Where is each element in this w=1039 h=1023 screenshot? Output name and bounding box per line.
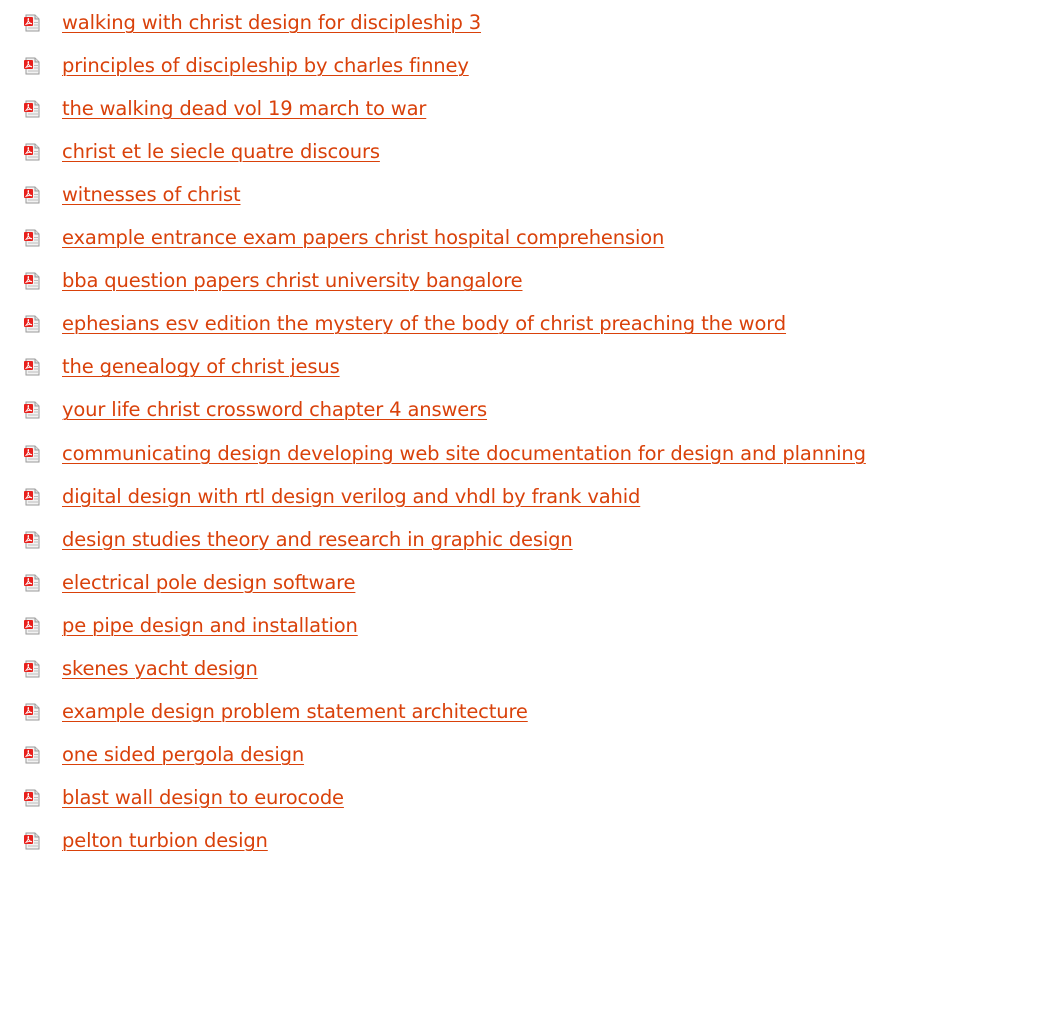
pdf-list-item: pelton turbion design xyxy=(0,821,1039,861)
pdf-file-icon xyxy=(24,100,40,118)
pdf-list-item: witnesses of christ xyxy=(0,175,1039,215)
pdf-list-item: principles of discipleship by charles fi… xyxy=(0,46,1039,86)
pdf-file-icon xyxy=(24,358,40,376)
pdf-link[interactable]: your life christ crossword chapter 4 ans… xyxy=(62,397,487,423)
pdf-file-icon xyxy=(24,488,40,506)
pdf-link[interactable]: design studies theory and research in gr… xyxy=(62,527,573,553)
pdf-link[interactable]: blast wall design to eurocode xyxy=(62,785,344,811)
pdf-file-icon xyxy=(24,229,40,247)
pdf-list-item: skenes yacht design xyxy=(0,649,1039,689)
pdf-list-item: one sided pergola design xyxy=(0,735,1039,775)
pdf-link[interactable]: principles of discipleship by charles fi… xyxy=(62,53,469,79)
pdf-link[interactable]: example design problem statement archite… xyxy=(62,699,528,725)
pdf-file-icon xyxy=(24,832,40,850)
pdf-list-item: pe pipe design and installation xyxy=(0,606,1039,646)
pdf-link[interactable]: digital design with rtl design verilog a… xyxy=(62,484,640,510)
pdf-link[interactable]: example entrance exam papers christ hosp… xyxy=(62,225,664,251)
pdf-list-item: christ et le siecle quatre discours xyxy=(0,132,1039,172)
pdf-list-item: ephesians esv edition the mystery of the… xyxy=(0,304,1039,344)
pdf-link[interactable]: skenes yacht design xyxy=(62,656,258,682)
pdf-list-item: digital design with rtl design verilog a… xyxy=(0,477,1039,517)
pdf-list-item: walking with christ design for disciples… xyxy=(0,3,1039,43)
pdf-list-item: communicating design developing web site… xyxy=(0,434,1039,474)
pdf-list-item: electrical pole design software xyxy=(0,563,1039,603)
pdf-list-item: the genealogy of christ jesus xyxy=(0,347,1039,387)
pdf-list-item: example entrance exam papers christ hosp… xyxy=(0,218,1039,258)
pdf-link[interactable]: walking with christ design for disciples… xyxy=(62,10,481,36)
pdf-link[interactable]: the genealogy of christ jesus xyxy=(62,354,340,380)
pdf-file-icon xyxy=(24,315,40,333)
pdf-file-icon xyxy=(24,445,40,462)
pdf-list-item: blast wall design to eurocode xyxy=(0,778,1039,818)
pdf-file-icon xyxy=(24,660,40,678)
pdf-link[interactable]: the walking dead vol 19 march to war xyxy=(62,96,426,122)
pdf-link[interactable]: witnesses of christ xyxy=(62,182,241,208)
pdf-list-item: the walking dead vol 19 march to war xyxy=(0,89,1039,129)
pdf-file-icon xyxy=(24,574,40,592)
pdf-link[interactable]: one sided pergola design xyxy=(62,742,304,768)
pdf-link[interactable]: communicating design developing web site… xyxy=(62,441,866,467)
pdf-link[interactable]: ephesians esv edition the mystery of the… xyxy=(62,311,786,337)
pdf-file-icon xyxy=(24,143,40,161)
pdf-file-icon xyxy=(24,617,40,635)
pdf-link[interactable]: pe pipe design and installation xyxy=(62,613,358,639)
pdf-file-icon xyxy=(24,703,40,721)
pdf-file-icon xyxy=(24,14,40,32)
pdf-link[interactable]: bba question papers christ university ba… xyxy=(62,268,523,294)
pdf-file-icon xyxy=(24,746,40,764)
pdf-list-item: example design problem statement archite… xyxy=(0,692,1039,732)
pdf-file-icon xyxy=(24,272,40,290)
pdf-link[interactable]: electrical pole design software xyxy=(62,570,356,596)
pdf-list-item: design studies theory and research in gr… xyxy=(0,520,1039,560)
pdf-file-icon xyxy=(24,531,40,549)
pdf-link[interactable]: christ et le siecle quatre discours xyxy=(62,139,380,165)
pdf-file-icon xyxy=(24,57,40,75)
pdf-file-icon xyxy=(24,789,40,807)
pdf-file-icon xyxy=(24,401,40,419)
pdf-file-icon xyxy=(24,186,40,204)
pdf-list-item: bba question papers christ university ba… xyxy=(0,261,1039,301)
pdf-list-item: your life christ crossword chapter 4 ans… xyxy=(0,390,1039,430)
pdf-link[interactable]: pelton turbion design xyxy=(62,828,268,854)
